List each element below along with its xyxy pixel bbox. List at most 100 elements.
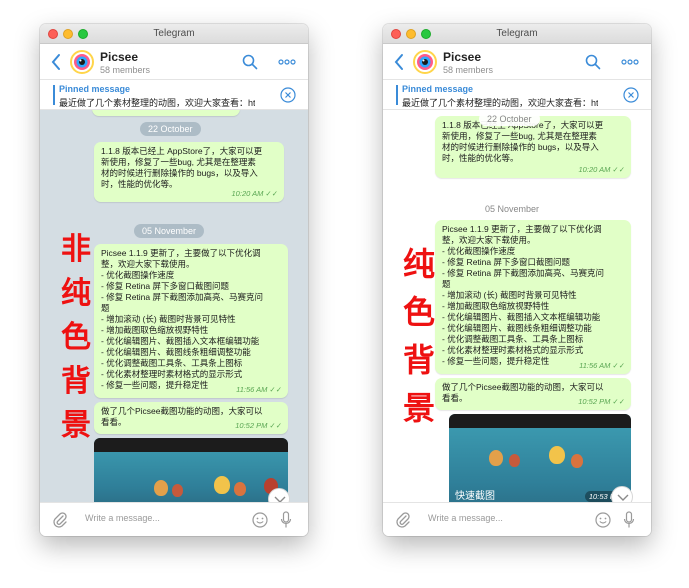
overlay-char: 背 [402,341,435,379]
more-options-icon[interactable] [278,58,296,66]
emoji-icon[interactable] [252,512,268,528]
message-list[interactable]: 22 October 1.1.8 版本已经上 AppStore了，大家可以更 新… [383,110,651,502]
message-line: - 优化素材整理时素材格式的显示形式 [442,345,584,355]
message-line: - 优化素材整理时素材格式的显示形式 [101,369,243,379]
close-icon[interactable] [623,87,639,103]
message-time: 10:20 AM ✓✓ [231,189,278,198]
message-line: - 优化编辑图片、截图插入文本框编辑功能 [101,336,260,346]
message-bubble[interactable]: 做了几个Picsee截图功能的动图，大家可以 看看。 10:52 PM ✓✓ [435,378,631,410]
message-line: - 优化截图操作速度 [442,246,516,256]
message-line: 题 [101,303,110,313]
message-input[interactable]: Write a message... [428,513,503,523]
message-line: - 增加截图取色缩放视野特性 [101,325,209,335]
message-bubble[interactable]: 做了几个Picsee截图功能的动图，大家可以 看看。 10:52 PM ✓✓ [94,402,288,434]
window-title: Telegram [496,28,538,39]
message-bubble[interactable]: Picsee 1.1.9 更新了，主要做了以下优化调 整，欢迎大家下载使用。 -… [435,220,631,374]
chat-name[interactable]: Picsee [100,50,138,64]
message-line: - 优化调整截图工具条、工具条上图标 [442,334,584,344]
message-time: 11:56 AM ✓✓ [579,361,625,370]
title-bar: Telegram [40,24,308,44]
message-time: 10:52 PM ✓✓ [235,421,282,430]
overlay-char: 非 [61,232,91,267]
gif-preview[interactable] [94,438,288,502]
overlay-char: 色 [402,293,435,331]
overlay-char: 纯 [402,245,435,283]
pinned-message-bar[interactable]: Pinned message 最近做了几个素材整理的动图，欢迎大家查看：ht..… [40,80,308,110]
message-line: 材的时候进行删除操作的 bugs，以及导入 [101,168,258,178]
balloon-image [571,454,583,468]
balloon-image [154,480,168,496]
message-line: 整，欢迎大家下载使用。 [101,259,195,269]
back-arrow-icon[interactable] [50,52,62,72]
message-input[interactable]: Write a message... [85,513,160,523]
message-line: 整，欢迎大家下载使用。 [442,235,536,245]
date-divider: 05 November [477,202,548,216]
message-line: - 优化调整截图工具条、工具条上图标 [101,358,243,368]
overlay-char: 景 [402,389,435,427]
composer: Write a message... [40,502,308,536]
search-icon[interactable] [242,54,258,70]
close-icon[interactable] [280,87,296,103]
message-line: - 修复 Retina 屏下截图添加高亮、马赛克问 [442,268,604,278]
scroll-to-bottom-button[interactable] [611,486,633,502]
message-line: - 优化编辑图片、截图线条粗细调整功能 [442,323,592,333]
overlay-label: 非纯色背景 [58,228,94,448]
overlay-char: 色 [61,320,91,355]
message-line: Picsee 1.1.9 更新了，主要做了以下优化调 [442,224,602,234]
message-line: - 优化编辑图片、截图线条粗细调整功能 [101,347,251,357]
message-time: 10:20 AM ✓✓ [578,165,625,174]
message-line: 新使用，修复了一些bug, 尤其是在整理素 [101,157,256,167]
pinned-text: 最近做了几个素材整理的动图，欢迎大家查看：ht... [59,98,255,108]
microphone-icon[interactable] [280,511,292,529]
balloon-image [172,484,183,497]
overlay-char: 纯 [61,276,91,311]
window-title: Telegram [153,28,195,39]
balloon-image [489,450,503,466]
emoji-icon[interactable] [595,512,611,528]
date-divider: 05 November [134,224,205,238]
preview-toolbar [94,438,288,452]
member-count: 58 members [100,65,151,75]
composer: Write a message... [383,502,651,536]
microphone-icon[interactable] [623,511,635,529]
chevron-down-icon [617,494,629,501]
message-line: - 优化编辑图片、截图插入文本框编辑功能 [442,312,601,322]
pinned-text: 最近做了几个素材整理的动图，欢迎大家查看：ht... [402,98,598,108]
overlay-char: 背 [61,364,91,399]
gif-preview[interactable]: 快速截图 10:53 PM [449,414,631,502]
message-list[interactable]: 22 October 1.1.8 版本已经上 AppStore了，大家可以更 新… [40,110,308,502]
message-line: 题 [442,279,451,289]
more-options-icon[interactable] [621,58,639,66]
preview-toolbar [449,414,631,428]
message-line: 1.1.8 版本已经上 AppStore了，大家可以更 [101,146,263,156]
pinned-accent-bar [396,85,398,105]
message-bubble[interactable]: 1.1.8 版本已经上 AppStore了，大家可以更 新使用，修复了一些bug… [94,142,284,202]
attach-icon[interactable] [52,511,68,529]
attach-icon[interactable] [395,511,411,529]
pinned-title: Pinned message [402,84,474,94]
message-time: 11:56 AM ✓✓ [236,385,282,394]
balloon-image [234,482,246,496]
balloon-image [549,446,565,464]
group-avatar[interactable] [413,50,437,74]
telegram-window-right: Telegram Picsee 58 members Pinned messag… [383,24,651,536]
message-line: 做了几个Picsee截图功能的动图，大家可以 [101,406,263,416]
message-line: 时，性能的优化等。 [442,153,519,163]
group-avatar[interactable] [70,50,94,74]
member-count: 58 members [443,65,494,75]
message-line: - 增加滚动 (长) 截图时背景可见特性 [101,314,236,324]
telegram-window-left: Telegram Picsee 58 members Pinned messag… [40,24,308,536]
message-line: - 修复 Retina 屏下截图添加高亮、马赛克问 [101,292,263,302]
search-icon[interactable] [585,54,601,70]
message-line: - 修复 Retina 屏下多窗口截图问题 [442,257,570,267]
message-line: - 增加截图取色缩放视野特性 [442,301,550,311]
pinned-message-bar[interactable]: Pinned message 最近做了几个素材整理的动图，欢迎大家查看：ht..… [383,80,651,110]
chat-name[interactable]: Picsee [443,50,481,64]
message-bubble[interactable]: Picsee 1.1.9 更新了，主要做了以下优化调 整，欢迎大家下载使用。 -… [94,244,288,398]
message-time: 10:52 PM ✓✓ [578,397,625,406]
message-line: - 修复 Retina 屏下多窗口截图问题 [101,281,229,291]
date-divider: 22 October [140,122,201,136]
chat-header: Picsee 58 members [40,44,308,80]
back-arrow-icon[interactable] [393,52,405,72]
message-line: 新使用，修复了一些bug, 尤其是在整理素 [442,131,597,141]
